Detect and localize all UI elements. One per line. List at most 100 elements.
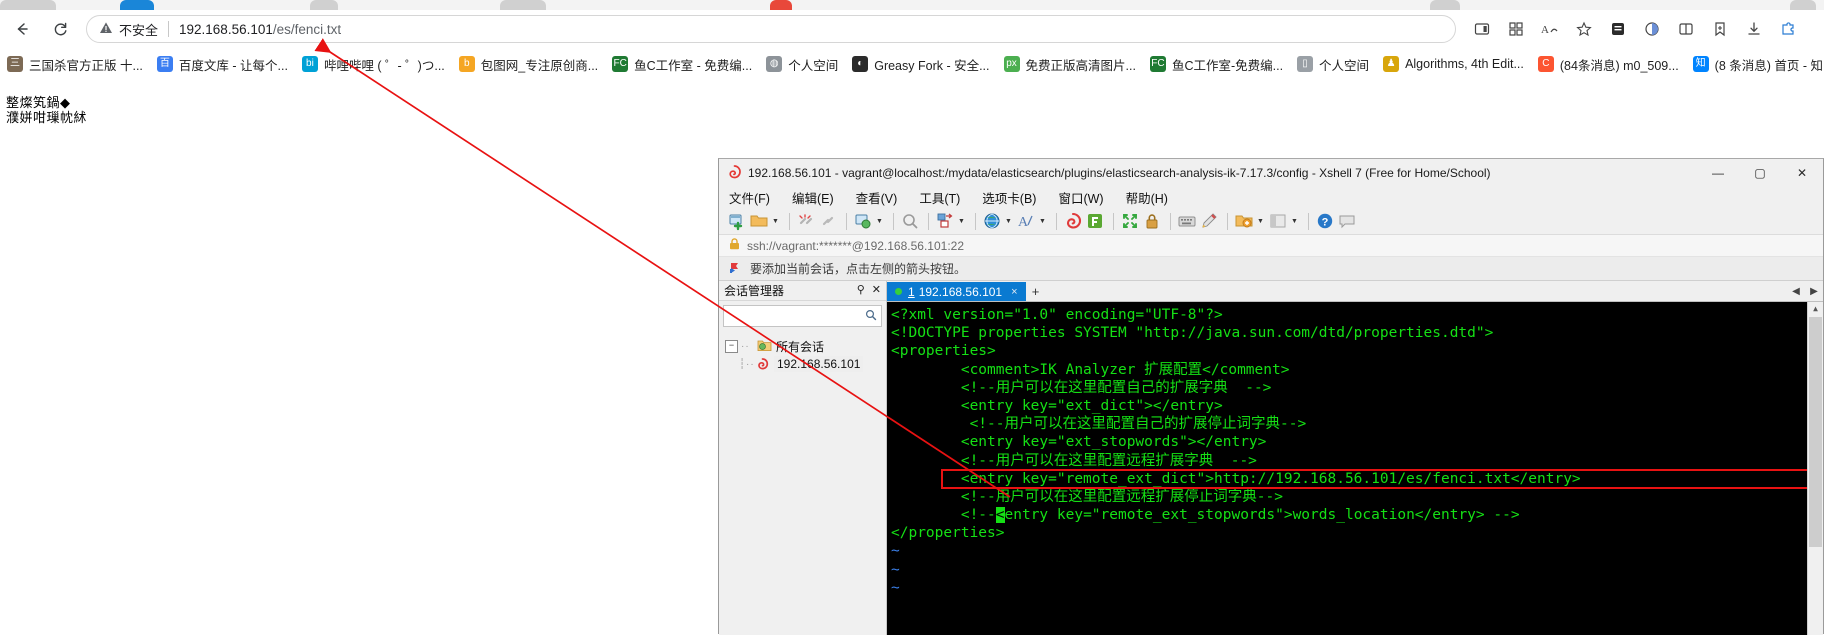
terminal-line: <!--用户可以在这里配置自己的扩展停止词字典-->: [891, 416, 1307, 433]
toolbar-separator: [1170, 212, 1171, 230]
session-search-box[interactable]: [723, 305, 882, 327]
bookmark-item[interactable]: ♟ Algorithms, 4th Edit...: [1376, 52, 1531, 76]
terminal-line: <!--<entry key="remote_ext_stopwords">wo…: [891, 507, 1520, 524]
terminal-line: <!DOCTYPE properties SYSTEM "http://java…: [891, 325, 1494, 342]
read-aloud-icon[interactable]: A: [1534, 13, 1566, 45]
bookmark-item[interactable]: px 免费正版高清图片...: [997, 52, 1143, 76]
bookmark-item[interactable]: ◍ 个人空间: [759, 52, 845, 76]
terminal-line: <entry key="ext_dict"></entry>: [891, 397, 1223, 414]
address-bar[interactable]: 不安全 192.168.56.101/es/fenci.txt: [86, 15, 1456, 43]
bookmarks-bar: 三三国杀官方正版 十... 百百度文库 - 让每个... bi 哔哩哔哩 ( ゜- ゜…: [0, 48, 1824, 80]
help-icon[interactable]: ?: [1315, 211, 1335, 231]
bookmark-item[interactable]: ▯ 个人空间: [1290, 52, 1376, 76]
terminal-output[interactable]: <?xml version="1.0" encoding="UTF-8"?> <!…: [887, 302, 1823, 635]
keyboard-icon[interactable]: [1177, 211, 1197, 231]
globe-icon[interactable]: [982, 211, 1002, 231]
tab-stub[interactable]: [1790, 0, 1816, 10]
bookmark-item[interactable]: FC 鱼C工作室 - 免费编...: [605, 52, 759, 76]
favorite-star-icon[interactable]: [1568, 13, 1600, 45]
extensions-icon[interactable]: [1772, 13, 1804, 45]
tab-stub[interactable]: [770, 0, 792, 10]
close-button[interactable]: ✕: [1781, 159, 1823, 186]
session-tree-item[interactable]: ┆·· 192.168.56.101: [725, 355, 886, 373]
tab-stub[interactable]: [310, 0, 338, 10]
font-dropdown-icon[interactable]: ▼: [1038, 211, 1047, 231]
bookmark-favicon: ♟: [1383, 56, 1400, 72]
back-button[interactable]: [6, 13, 38, 45]
new-terminal-tab-button[interactable]: +: [1026, 282, 1046, 301]
new-session-icon[interactable]: [727, 211, 747, 231]
session-tree-root[interactable]: − ·· 所有会话: [725, 337, 886, 355]
tabbar-scroll-right-icon[interactable]: ▶: [1805, 282, 1823, 301]
bookmark-favicon: ◍: [766, 56, 783, 72]
xshell-logo-icon[interactable]: [1063, 211, 1083, 231]
bookmark-item[interactable]: FC 鱼C工作室-免费编...: [1143, 52, 1290, 76]
connect-icon[interactable]: [818, 211, 838, 231]
terminal-scrollbar[interactable]: ▲: [1807, 302, 1823, 635]
toolbar-separator: [975, 212, 976, 230]
tabbar-scroll-left-icon[interactable]: ◀: [1787, 282, 1805, 301]
tab-stub[interactable]: [120, 0, 154, 10]
xftp-icon[interactable]: [1085, 211, 1105, 231]
menu-item[interactable]: 编辑(E): [792, 188, 834, 207]
bookmark-item[interactable]: C (84条消息) m0_509...: [1531, 52, 1686, 76]
bookmark-item[interactable]: bi 哔哩哔哩 ( ゜- ゜)つ...: [295, 52, 452, 76]
session-properties-dropdown-icon[interactable]: ▼: [875, 211, 884, 231]
terminal-tab-close-icon[interactable]: ×: [1011, 286, 1017, 298]
tab-stub[interactable]: [0, 0, 56, 10]
split-tab-icon[interactable]: [1670, 13, 1702, 45]
tab-stub[interactable]: [500, 0, 546, 10]
open-folder-dropdown-icon[interactable]: ▼: [771, 211, 780, 231]
session-manager-title: 会话管理器: [724, 284, 785, 298]
fullscreen-icon[interactable]: [1120, 211, 1140, 231]
menu-item[interactable]: 文件(F): [729, 188, 770, 207]
expander-icon[interactable]: −: [725, 339, 738, 353]
menu-item[interactable]: 工具(T): [919, 188, 960, 207]
reload-button[interactable]: [44, 13, 76, 45]
layout-dropdown-icon[interactable]: ▼: [1290, 211, 1299, 231]
new-folder-icon[interactable]: [1234, 211, 1254, 231]
open-folder-icon[interactable]: [749, 211, 769, 231]
menu-item[interactable]: 查看(V): [856, 188, 898, 207]
scrollbar-thumb[interactable]: [1809, 317, 1822, 547]
transfer-file-icon[interactable]: [935, 211, 955, 231]
minimize-button[interactable]: —: [1697, 159, 1739, 186]
menu-item[interactable]: 帮助(H): [1126, 188, 1168, 207]
pin-icon[interactable]: ⚲: [857, 285, 865, 296]
search-icon[interactable]: [865, 309, 877, 324]
url-path: /es/fenci.txt: [272, 21, 342, 37]
add-favorite-icon[interactable]: [1704, 13, 1736, 45]
maximize-button[interactable]: ▢: [1739, 159, 1781, 186]
terminal-tab[interactable]: 1 192.168.56.101 ×: [887, 282, 1026, 301]
bookmark-item[interactable]: b 包图网_专注原创商...: [452, 52, 605, 76]
transfer-dropdown-icon[interactable]: ▼: [957, 211, 966, 231]
collections-grid-icon[interactable]: [1500, 13, 1532, 45]
bookmark-item[interactable]: 知 (8 条消息) 首页 - 知...: [1686, 52, 1824, 76]
globe-dropdown-icon[interactable]: ▼: [1004, 211, 1013, 231]
menu-item[interactable]: 选项卡(B): [982, 188, 1036, 207]
tab-stub[interactable]: [1430, 0, 1460, 10]
new-folder-dropdown-icon[interactable]: ▼: [1256, 211, 1265, 231]
scroll-up-icon[interactable]: ▲: [1808, 302, 1823, 317]
bookmark-item[interactable]: ◐ Greasy Fork - 安全...: [845, 52, 996, 76]
session-properties-icon[interactable]: [853, 211, 873, 231]
menu-item[interactable]: 窗口(W): [1058, 188, 1103, 207]
copilot-icon[interactable]: [1636, 13, 1668, 45]
disconnect-icon[interactable]: [796, 211, 816, 231]
feedback-icon[interactable]: [1337, 211, 1357, 231]
lock-session-icon[interactable]: [1142, 211, 1162, 231]
xshell-window[interactable]: 192.168.56.101 - vagrant@localhost:/myda…: [718, 158, 1824, 635]
find-icon[interactable]: [900, 211, 920, 231]
layout-icon[interactable]: [1268, 211, 1288, 231]
highlight-pen-icon[interactable]: [1199, 211, 1219, 231]
browser-essentials-icon[interactable]: [1602, 13, 1634, 45]
xshell-address-bar[interactable]: ssh://vagrant:*******@192.168.56.101:22: [719, 235, 1823, 257]
bookmark-item[interactable]: 三三国杀官方正版 十...: [0, 52, 150, 76]
font-icon[interactable]: A: [1016, 211, 1036, 231]
page-body-text: 整燦笂鍋◆ 濮姘咁璅帎絉: [6, 96, 87, 126]
close-icon[interactable]: ✕: [872, 285, 881, 296]
downloads-icon[interactable]: [1738, 13, 1770, 45]
split-screen-icon[interactable]: [1466, 13, 1498, 45]
url-text: 192.168.56.101/es/fenci.txt: [179, 22, 341, 37]
bookmark-item[interactable]: 百百度文库 - 让每个...: [150, 52, 295, 76]
